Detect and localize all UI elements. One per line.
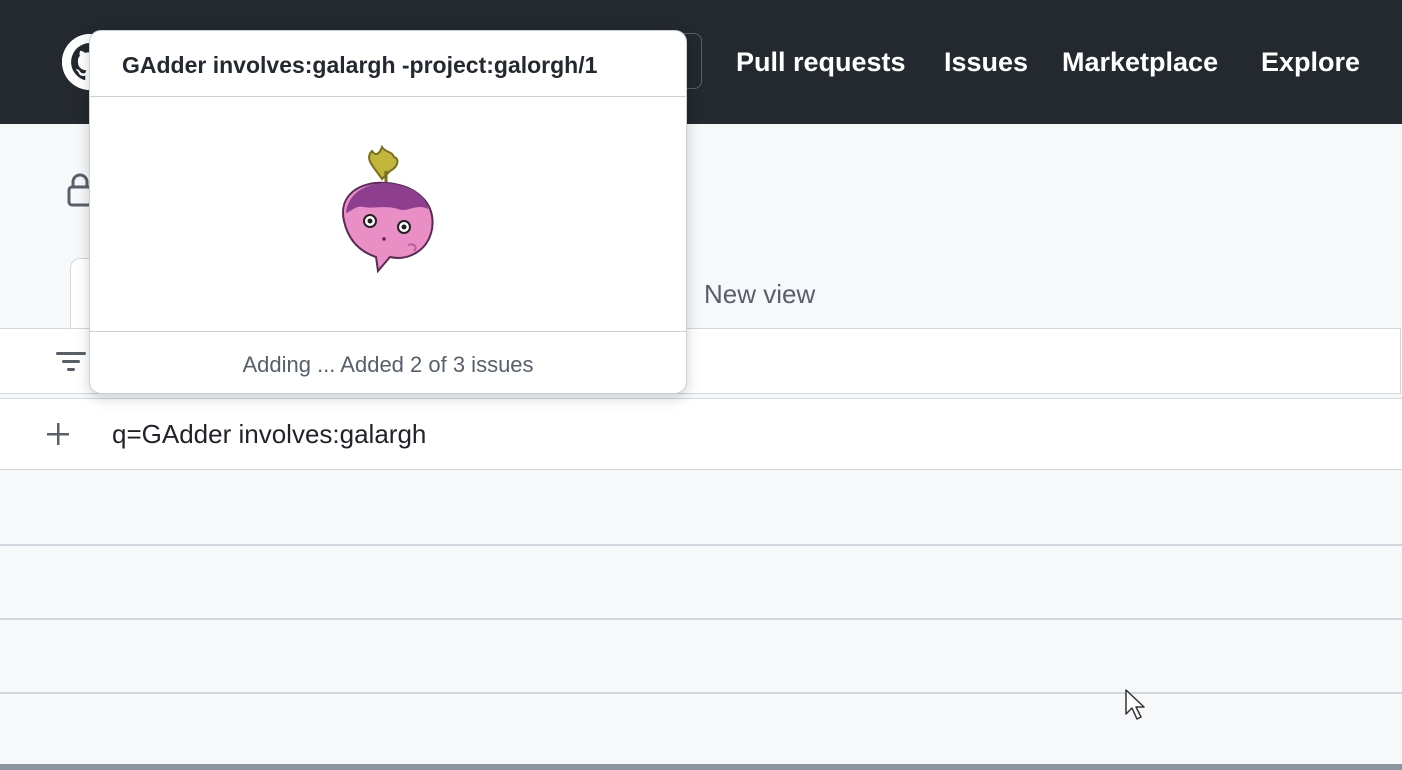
new-view-tab[interactable]: New view: [704, 278, 815, 310]
popup-divider: [90, 96, 686, 97]
adding-issues-popup: GAdder involves:galargh -project:galorgh…: [89, 30, 687, 394]
nav-marketplace[interactable]: Marketplace: [1062, 44, 1218, 80]
query-text[interactable]: q=GAdder involves:galargh: [112, 417, 426, 451]
cursor-arrow-icon: [1124, 688, 1146, 722]
popup-divider: [90, 331, 686, 332]
bottom-edge: [0, 764, 1402, 770]
progress-status-text: Adding ... Added 2 of 3 issues: [242, 352, 534, 377]
plus-icon[interactable]: [44, 420, 72, 448]
row-divider: [0, 692, 1402, 694]
popup-title: GAdder involves:galargh -project:galorgh…: [122, 52, 598, 78]
row-divider: [0, 544, 1402, 546]
nav-issues[interactable]: Issues: [944, 44, 1028, 80]
nav-pull-requests[interactable]: Pull requests: [736, 44, 906, 80]
row-divider: [0, 618, 1402, 620]
filter-icon[interactable]: [56, 350, 88, 374]
nav-explore[interactable]: Explore: [1261, 44, 1360, 80]
turnip-mascot-icon: [324, 139, 444, 275]
